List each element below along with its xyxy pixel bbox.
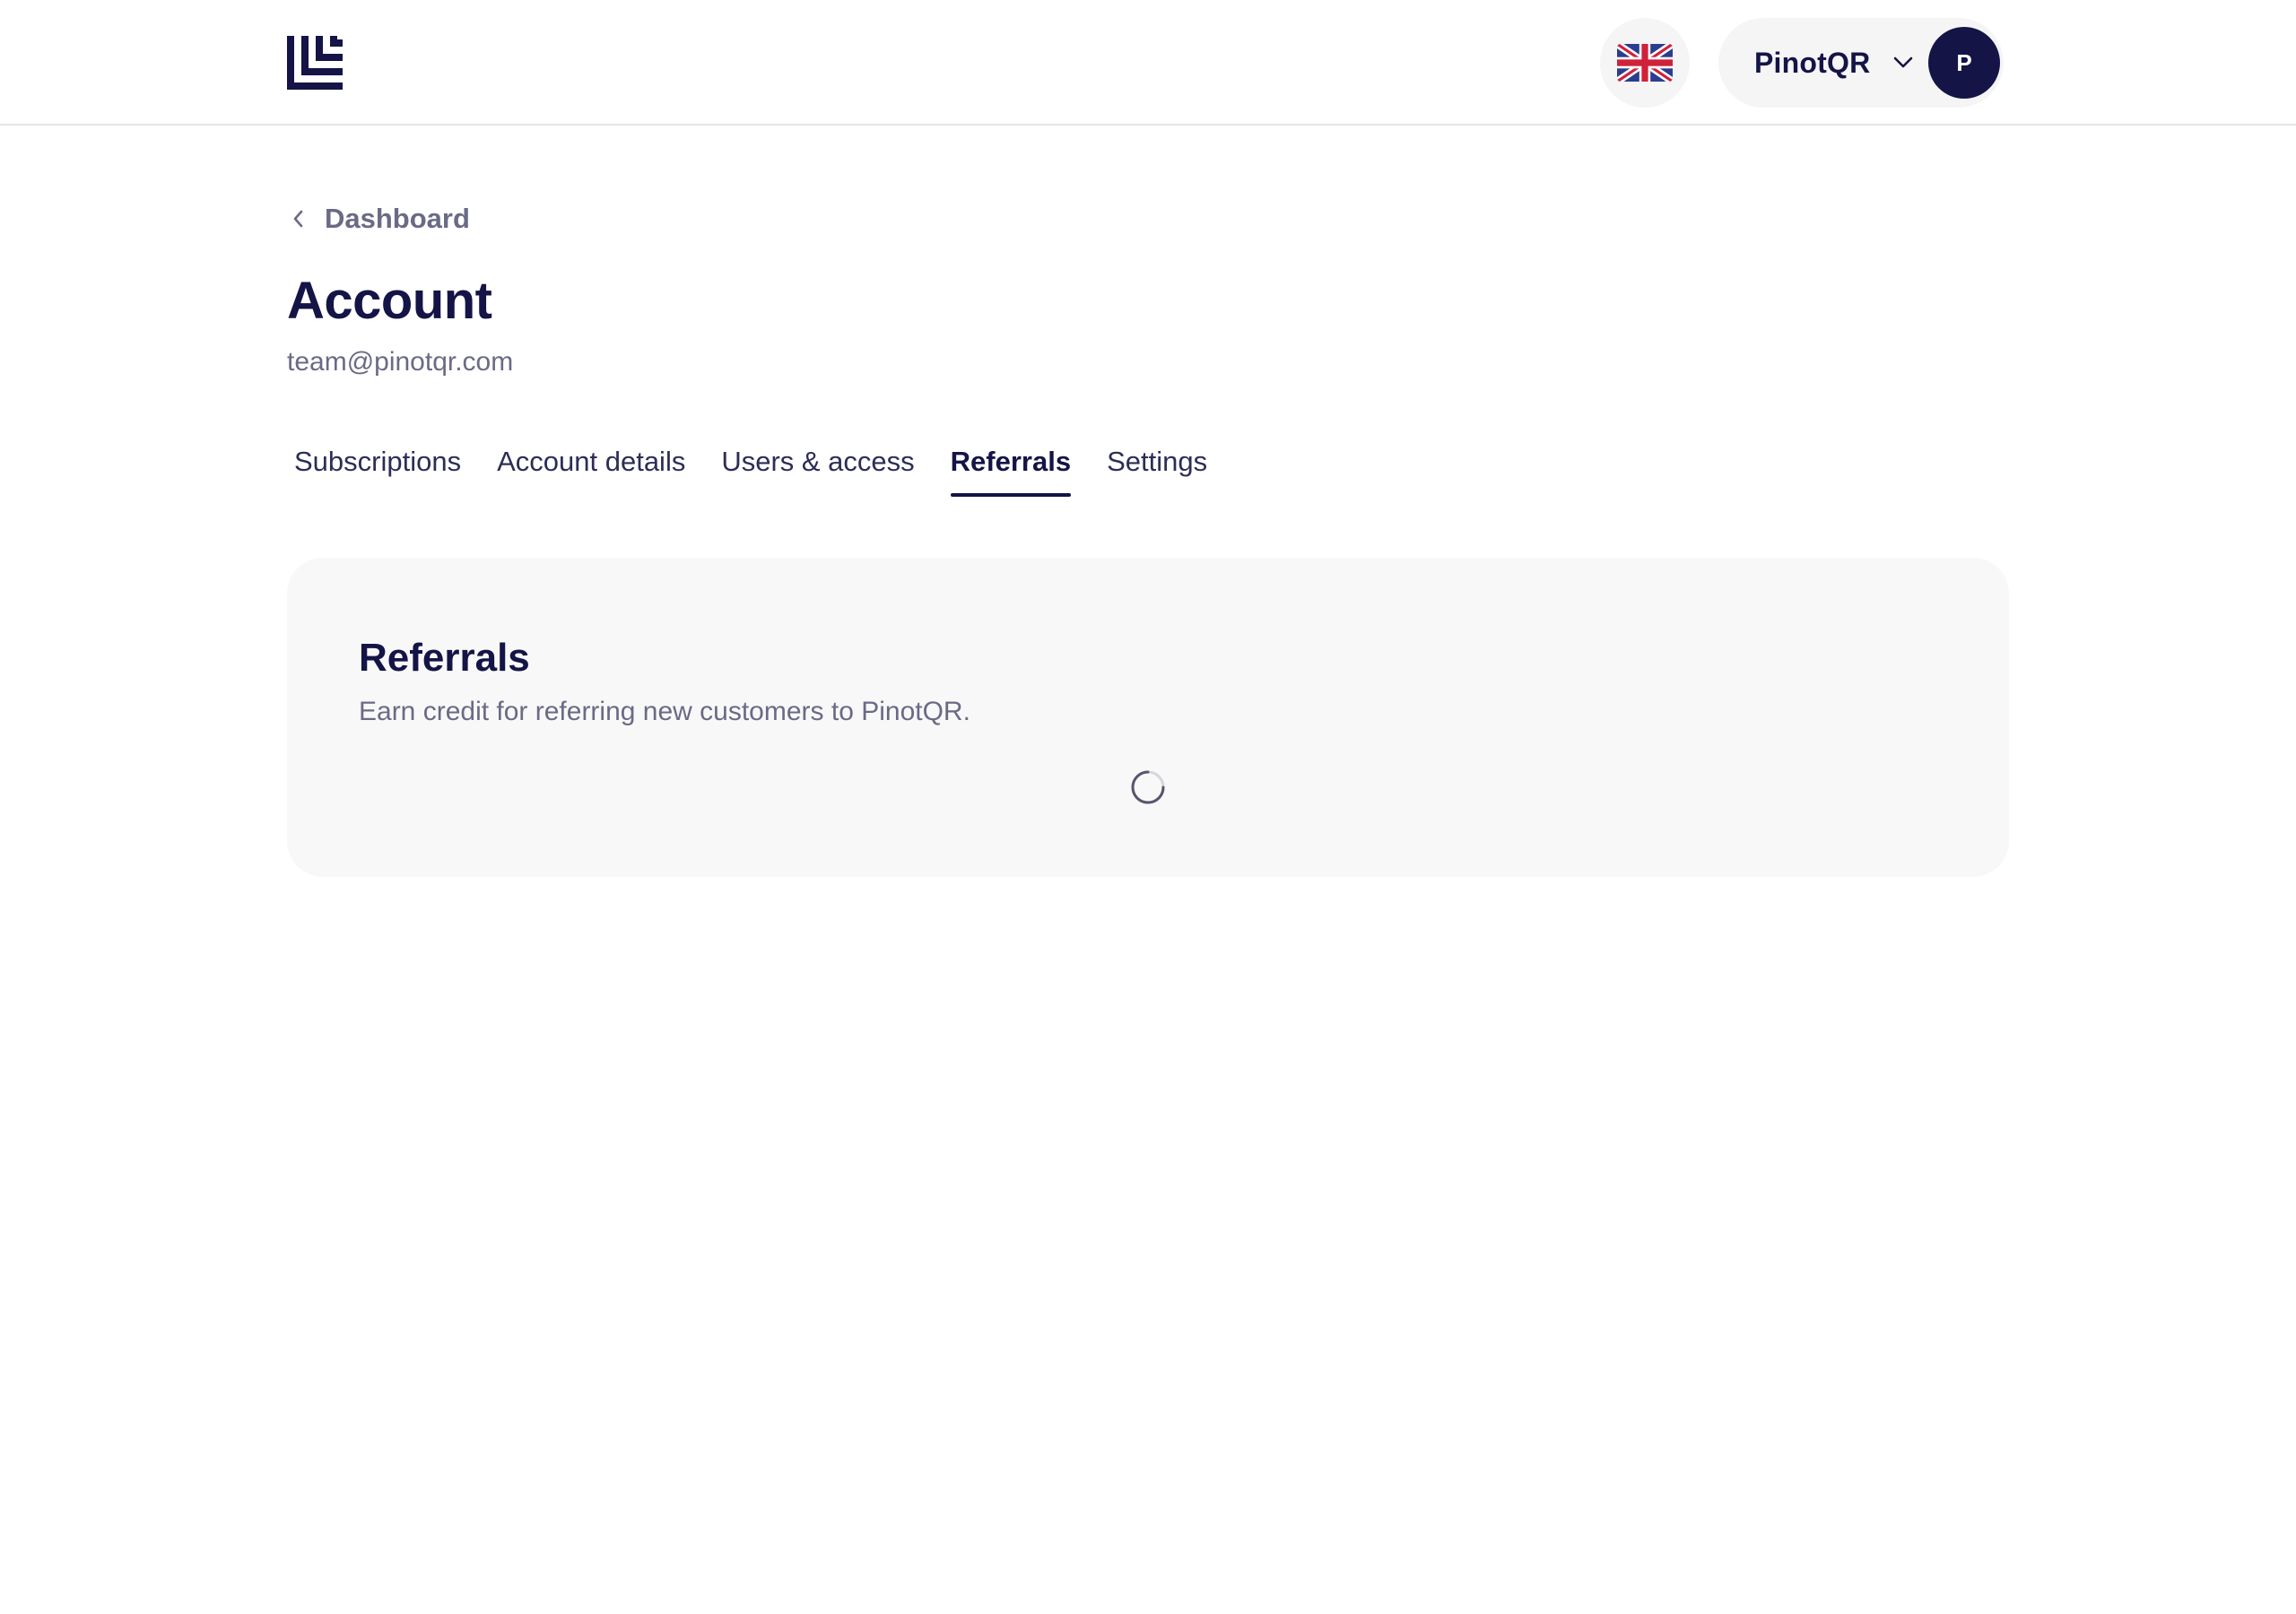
chevron-left-icon <box>293 210 303 228</box>
referrals-card-title: Referrals <box>359 636 530 680</box>
uk-flag-icon <box>1617 44 1673 82</box>
tab-referrals[interactable]: Referrals <box>944 443 1078 497</box>
referrals-card: Referrals Earn credit for referring new … <box>287 558 2009 877</box>
back-to-dashboard-link[interactable]: Dashboard <box>287 199 470 239</box>
avatar[interactable]: P <box>1928 27 2000 99</box>
language-selector-button[interactable] <box>1600 18 1690 108</box>
account-tabs: Subscriptions Account details Users & ac… <box>287 443 1236 497</box>
tab-settings[interactable]: Settings <box>1100 443 1214 497</box>
tab-account-details[interactable]: Account details <box>490 443 692 497</box>
chevron-down-icon <box>1894 56 1913 68</box>
account-email: team@pinotqr.com <box>287 347 514 377</box>
tab-users-access[interactable]: Users & access <box>714 443 921 497</box>
top-header: PinotQR P <box>0 0 2296 126</box>
account-name: PinotQR <box>1754 46 1871 79</box>
referrals-card-description: Earn credit for referring new customers … <box>359 697 970 726</box>
account-menu-button[interactable]: PinotQR P <box>1718 18 2004 108</box>
brand-logo-icon[interactable] <box>287 36 343 90</box>
page-title: Account <box>287 272 492 330</box>
back-link-label: Dashboard <box>325 203 470 234</box>
tab-subscriptions[interactable]: Subscriptions <box>287 443 468 497</box>
spinner-icon <box>1131 770 1165 804</box>
